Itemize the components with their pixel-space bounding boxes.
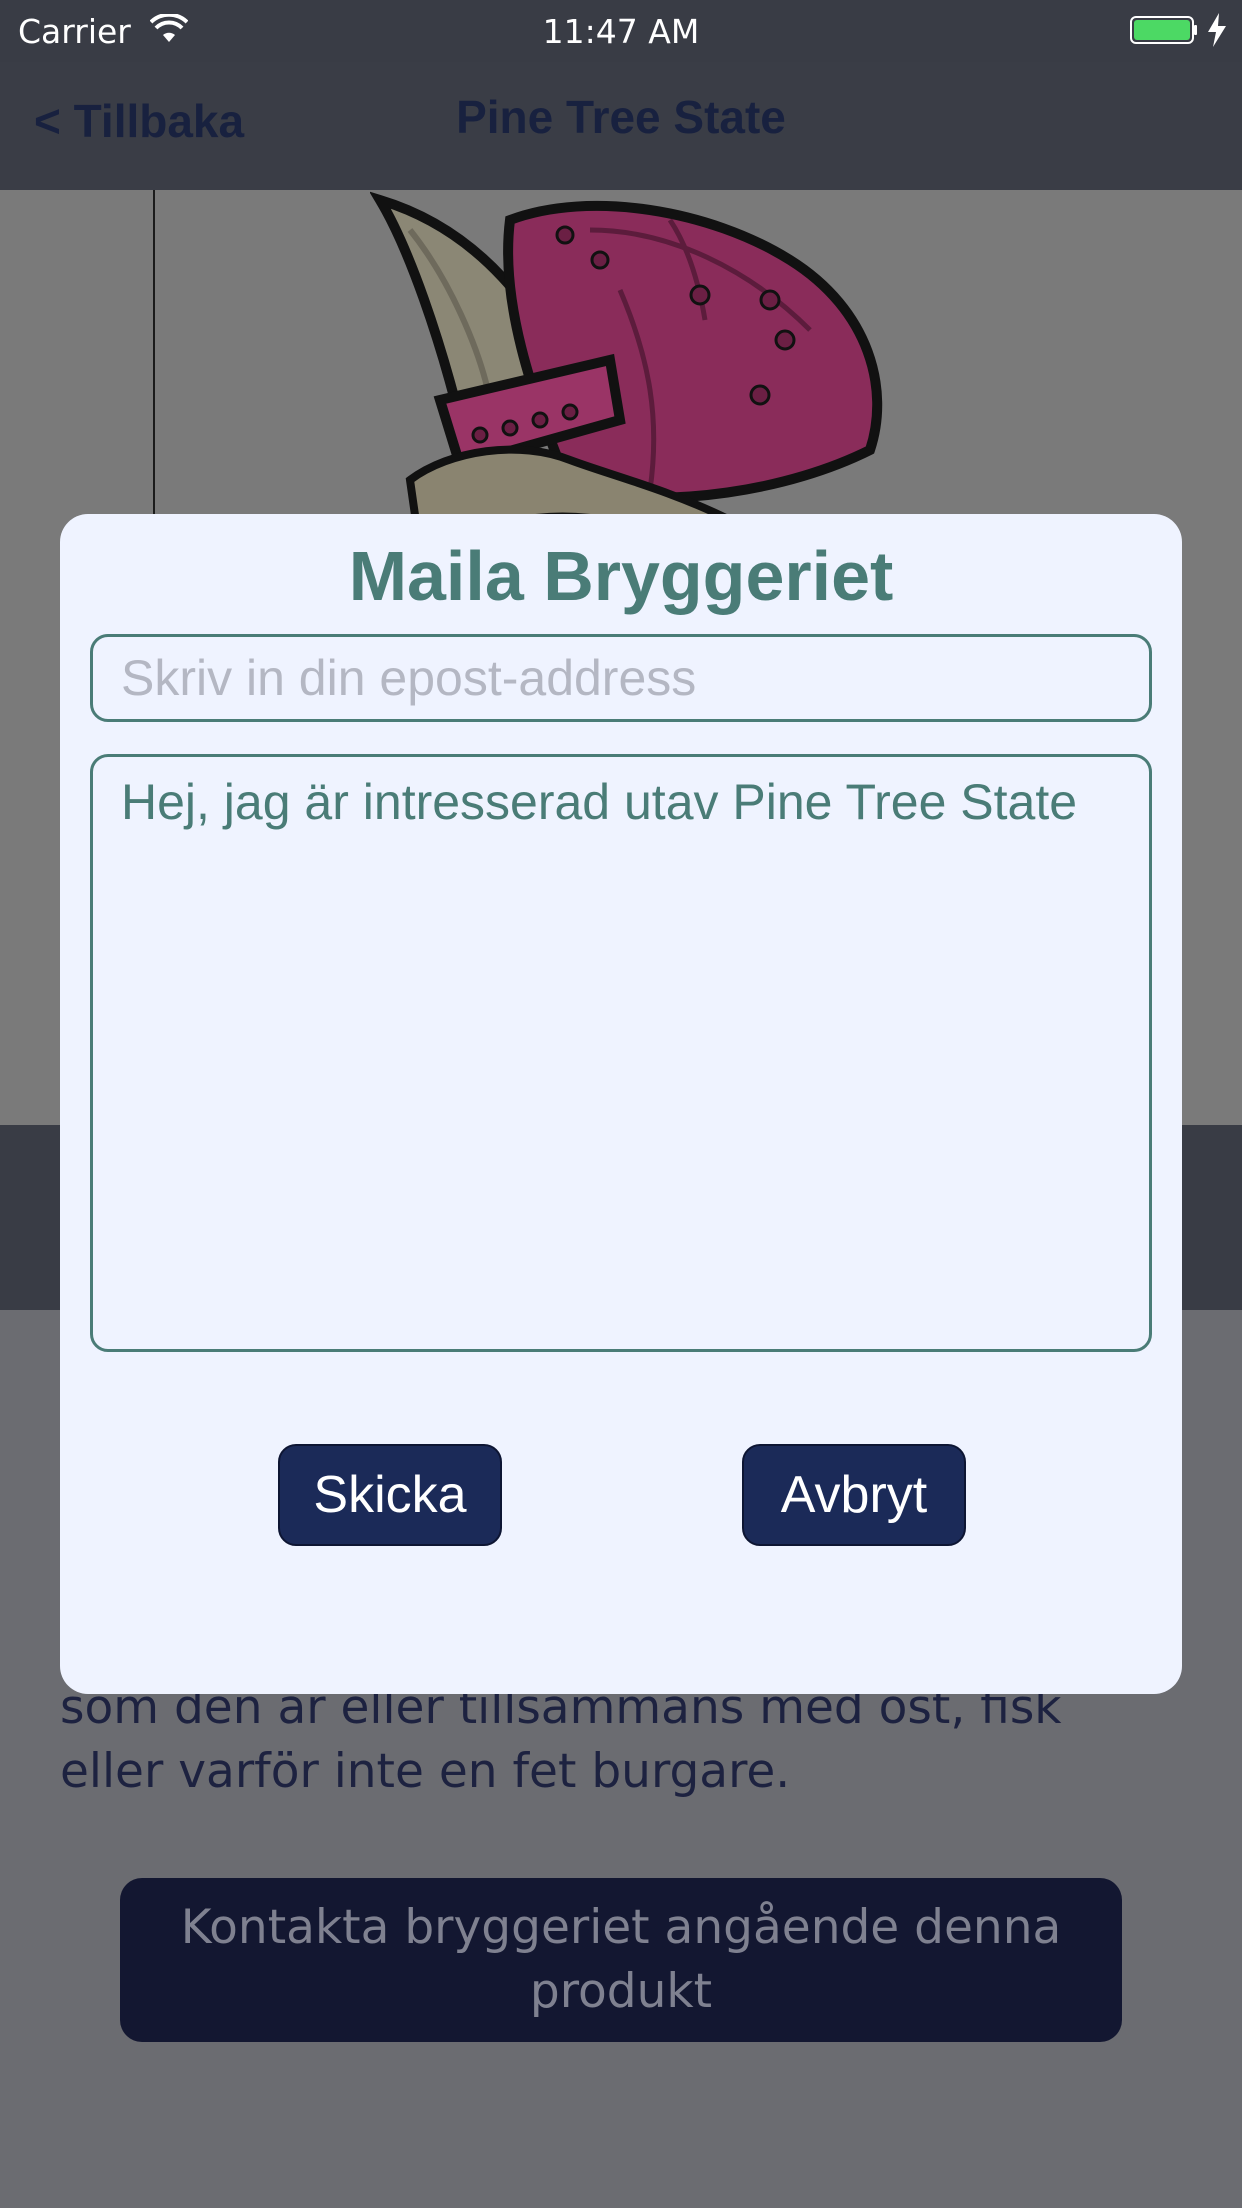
status-bar: Carrier 11:47 AM bbox=[0, 0, 1242, 62]
message-textarea[interactable]: Hej, jag är intresserad utav Pine Tree S… bbox=[90, 754, 1152, 1352]
clock-label: 11:47 AM bbox=[542, 12, 700, 51]
navigation-bar: < Tillbaka Pine Tree State bbox=[0, 62, 1242, 190]
send-button[interactable]: Skicka bbox=[278, 1444, 502, 1546]
email-dialog: Maila Bryggeriet Hej, jag är intresserad… bbox=[60, 514, 1182, 1694]
contact-brewery-label: Kontakta bryggeriet angående denna produ… bbox=[180, 1900, 1062, 2019]
product-description: som den är eller tillsammans med ost, fi… bbox=[60, 1680, 1062, 1799]
page-title: Pine Tree State bbox=[456, 91, 786, 143]
send-button-label: Skicka bbox=[313, 1466, 467, 1524]
battery-full-icon bbox=[1130, 16, 1197, 44]
dialog-title: Maila Bryggeriet bbox=[348, 537, 894, 615]
cancel-button-label: Avbryt bbox=[780, 1466, 928, 1524]
email-input[interactable] bbox=[90, 634, 1152, 722]
cancel-button[interactable]: Avbryt bbox=[742, 1444, 966, 1546]
charging-bolt-icon bbox=[1208, 13, 1226, 47]
contact-brewery-button[interactable]: Kontakta bryggeriet angående denna produ… bbox=[120, 1878, 1122, 2042]
beer-label-art bbox=[370, 191, 883, 550]
